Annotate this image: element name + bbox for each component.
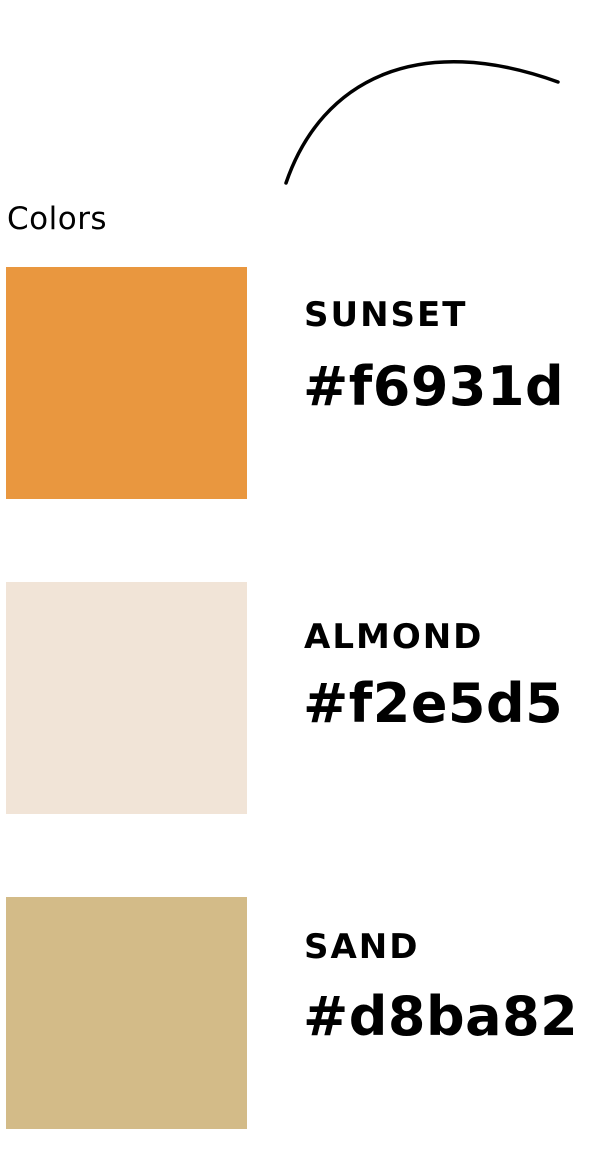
swatch-name-almond: ALMOND <box>304 617 484 657</box>
swatch-name-sunset: SUNSET <box>304 295 468 335</box>
swatch-row-sunset: SUNSET #f6931d <box>6 267 586 499</box>
swatch-hex-sunset: #f6931d <box>303 355 565 418</box>
section-title: Colors <box>7 201 108 237</box>
swatch-row-almond: ALMOND #f2e5d5 <box>6 582 586 814</box>
swatch-hex-sand: #d8ba82 <box>303 985 579 1048</box>
swatch-name-sand: SAND <box>304 927 420 967</box>
decorative-arc <box>284 60 560 185</box>
swatch-hex-almond: #f2e5d5 <box>303 672 564 735</box>
color-swatch-sand <box>6 897 247 1129</box>
swatch-row-sand: SAND #d8ba82 <box>6 897 586 1129</box>
color-swatch-sunset <box>6 267 247 499</box>
color-swatch-almond <box>6 582 247 814</box>
